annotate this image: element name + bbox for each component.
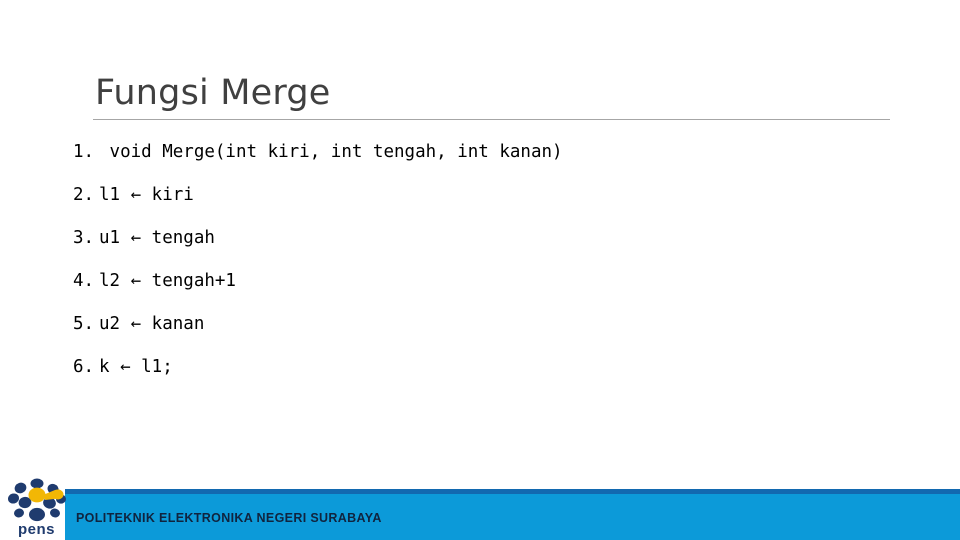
- list-item-code: k ← l1;: [99, 357, 173, 377]
- list-item-number: 5.: [73, 314, 95, 334]
- list-item: 4. l2 ← tengah+1: [73, 271, 903, 291]
- list-item-number: 3.: [73, 228, 95, 248]
- list-item-code: l2 ← tengah+1: [99, 271, 236, 291]
- footer-banner: POLITEKNIK ELEKTRONIKA NEGERI SURABAYA: [65, 489, 960, 540]
- pens-wordmark: pens: [18, 521, 55, 538]
- list-item-code: void Merge(int kiri, int tengah, int kan…: [99, 142, 563, 162]
- list-item-number: 1.: [73, 142, 95, 162]
- pseudocode-list: 1. void Merge(int kiri, int tengah, int …: [73, 142, 903, 377]
- list-item-number: 6.: [73, 357, 95, 377]
- page-title: Fungsi Merge: [95, 73, 331, 113]
- list-item-number: 4.: [73, 271, 95, 291]
- list-item: 2. l1 ← kiri: [73, 185, 903, 205]
- footer-banner-stripe: [65, 489, 960, 494]
- pens-logo-icon: pens: [7, 478, 66, 538]
- title-divider: [93, 119, 890, 120]
- list-item: 5. u2 ← kanan: [73, 314, 903, 334]
- list-item-number: 2.: [73, 185, 95, 205]
- slide-canvas: Fungsi Merge 1. void Merge(int kiri, int…: [0, 0, 960, 540]
- pens-logo: pens: [6, 476, 68, 540]
- list-item: 6. k ← l1;: [73, 357, 903, 377]
- list-item: 1. void Merge(int kiri, int tengah, int …: [73, 142, 903, 162]
- list-item-code: u2 ← kanan: [99, 314, 205, 334]
- list-item-code: u1 ← tengah: [99, 228, 215, 248]
- list-item: 3. u1 ← tengah: [73, 228, 903, 248]
- list-item-code: l1 ← kiri: [99, 185, 194, 205]
- footer-institution-name: POLITEKNIK ELEKTRONIKA NEGERI SURABAYA: [76, 511, 382, 525]
- title-block: Fungsi Merge: [93, 72, 890, 120]
